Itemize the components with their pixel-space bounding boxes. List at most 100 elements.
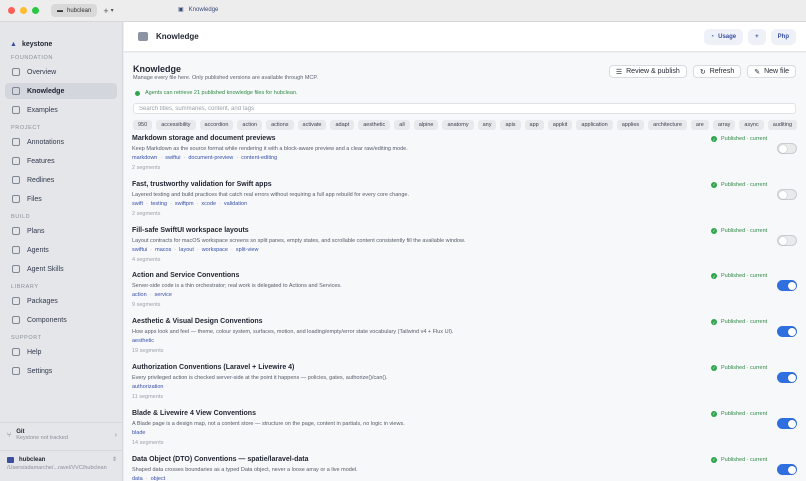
item-title[interactable]: Authorization Conventions (Laravel + Liv… [132,364,294,371]
tag-filter[interactable]: alpine [413,120,439,130]
sidebar-item-components[interactable]: Components [5,312,117,328]
item-tag[interactable]: validation [224,201,247,207]
item-tag[interactable]: layout [179,247,194,253]
sidebar-toggle-icon[interactable]: ▣ [178,6,184,13]
sidebar-item-files[interactable]: Files [5,191,117,207]
php-button[interactable]: Php [770,29,796,45]
enable-toggle[interactable] [777,417,797,429]
review-publish-button[interactable]: ☰ Review & publish [608,65,687,78]
knowledge-item[interactable]: Data Object (DTO) Conventions — spatie/l… [124,454,806,481]
item-tag[interactable]: authorization [132,384,164,390]
item-tag[interactable]: macos [155,247,171,253]
sidebar-item-settings[interactable]: Settings [5,363,117,379]
item-tag[interactable]: markdown [132,155,157,161]
sidebar-item-knowledge[interactable]: Knowledge [5,83,117,99]
item-title[interactable]: Data Object (DTO) Conventions — spatie/l… [132,456,308,463]
item-tag[interactable]: action [132,292,147,298]
sidebar-item-agent-skills[interactable]: Agent Skills [5,261,117,277]
refresh-button[interactable]: ↻ Refresh [692,65,742,78]
item-tag[interactable]: workspace [202,247,228,253]
tag-filter[interactable]: architecture [648,120,687,130]
enable-toggle[interactable] [777,326,797,338]
tag-filter[interactable]: aesthetic [358,120,391,130]
item-tag[interactable]: xcode [201,201,216,207]
enable-toggle[interactable] [777,188,797,200]
tag-filter[interactable]: apis [500,120,521,130]
usage-button[interactable]: ◔ Usage [703,29,744,45]
tag-filter[interactable]: array [712,120,736,130]
item-tag[interactable]: service [155,292,172,298]
knowledge-item[interactable]: Fill-safe SwiftUI workspace layouts Layou… [124,225,806,271]
knowledge-item[interactable]: Markdown storage and document previews Ke… [124,133,806,179]
item-title[interactable]: Fast, trustworthy validation for Swift a… [132,181,272,188]
tag-filter[interactable]: all [394,120,410,130]
item-tag[interactable]: swiftui [132,247,147,253]
tag-filter[interactable]: 950 [133,120,153,130]
item-tag[interactable]: blade [132,430,145,436]
knowledge-item[interactable]: Action and Service Conventions Server-sid… [124,270,806,316]
enable-toggle[interactable] [777,280,797,292]
enable-toggle[interactable] [777,463,797,475]
sidebar-item-redlines[interactable]: Redlines [5,172,117,188]
project-tab[interactable]: ▬ hubclean [51,4,98,17]
item-tag[interactable]: swiftpm [175,201,194,207]
tag-filter[interactable]: application [576,120,613,130]
item-tag[interactable]: data [132,476,143,481]
tag-filter[interactable]: are [690,120,709,130]
enable-toggle[interactable] [777,143,797,154]
new-file-button[interactable]: ✎ New file [747,65,796,78]
close-window-button[interactable] [8,7,15,14]
enable-toggle[interactable] [777,371,797,383]
tag-filter[interactable]: adapt [330,120,355,130]
tag-filter[interactable]: action [237,120,263,130]
knowledge-item[interactable]: Authorization Conventions (Laravel + Liv… [124,362,806,408]
tag-filter[interactable]: accessibility [156,120,196,130]
sidebar-item-plans[interactable]: Plans [5,223,117,239]
item-tag[interactable]: swift [132,201,143,207]
item-tags: aesthetic [132,338,154,344]
sidebar-item-agents[interactable]: Agents [5,242,117,258]
enable-toggle[interactable] [777,234,797,246]
add-button[interactable]: + [748,29,766,45]
tag-filter[interactable]: applies [616,120,645,130]
project-switcher[interactable]: hubclean ⇕ /Users/adamarche/...ravel/VVC… [0,450,123,481]
publish-status: ✓ Published · current [711,410,767,417]
main-header: Knowledge ◔ Usage + Php [124,22,806,52]
item-tag[interactable]: aesthetic [132,338,154,344]
tag-filter[interactable]: async [739,120,764,130]
minimize-window-button[interactable] [20,7,27,14]
tag-filter[interactable]: anatomy [442,120,474,130]
sidebar-item-examples[interactable]: Examples [5,102,117,118]
tag-filter[interactable]: any [477,120,497,130]
knowledge-item[interactable]: Blade & Livewire 4 View Conventions A Bla… [124,408,806,454]
zoom-window-button[interactable] [32,7,39,14]
sidebar-item-packages[interactable]: Packages [5,293,117,309]
new-tab-button[interactable]: + ▾ [103,6,113,16]
sidebar-item-help[interactable]: Help [5,344,117,360]
tag-filter[interactable]: actions [266,120,294,130]
tag-filter[interactable]: activate [297,120,327,130]
item-tag[interactable]: content-editing [241,155,277,161]
item-title[interactable]: Action and Service Conventions [132,272,239,279]
sidebar-item-features[interactable]: Features [5,153,117,169]
sidebar-item-annotations[interactable]: Annotations [5,134,117,150]
item-tag[interactable]: testing [151,201,167,207]
knowledge-item[interactable]: Aesthetic & Visual Design Conventions How… [124,316,806,362]
item-title[interactable]: Fill-safe SwiftUI workspace layouts [132,227,249,234]
tag-filter[interactable]: app [524,120,544,130]
item-title[interactable]: Blade & Livewire 4 View Conventions [132,410,256,417]
git-status[interactable]: ⑂ Git Keystone not tracked › [0,422,123,448]
tag-filter[interactable]: accordion [199,120,234,130]
search-input[interactable] [133,103,796,114]
item-tag[interactable]: split-view [236,247,259,253]
item-tag[interactable]: swiftui [165,155,180,161]
item-tag[interactable]: object [151,476,166,481]
tag-filter[interactable]: auditing [767,120,798,130]
item-tag[interactable]: document-preview [188,155,233,161]
knowledge-item[interactable]: Fast, trustworthy validation for Swift a… [124,179,806,225]
item-title[interactable]: Aesthetic & Visual Design Conventions [132,318,263,325]
tag-filter[interactable]: appkit [547,120,573,130]
sidebar-item-label: Files [27,195,42,203]
sidebar-item-overview[interactable]: Overview [5,64,117,80]
item-title[interactable]: Markdown storage and document previews [132,135,276,142]
